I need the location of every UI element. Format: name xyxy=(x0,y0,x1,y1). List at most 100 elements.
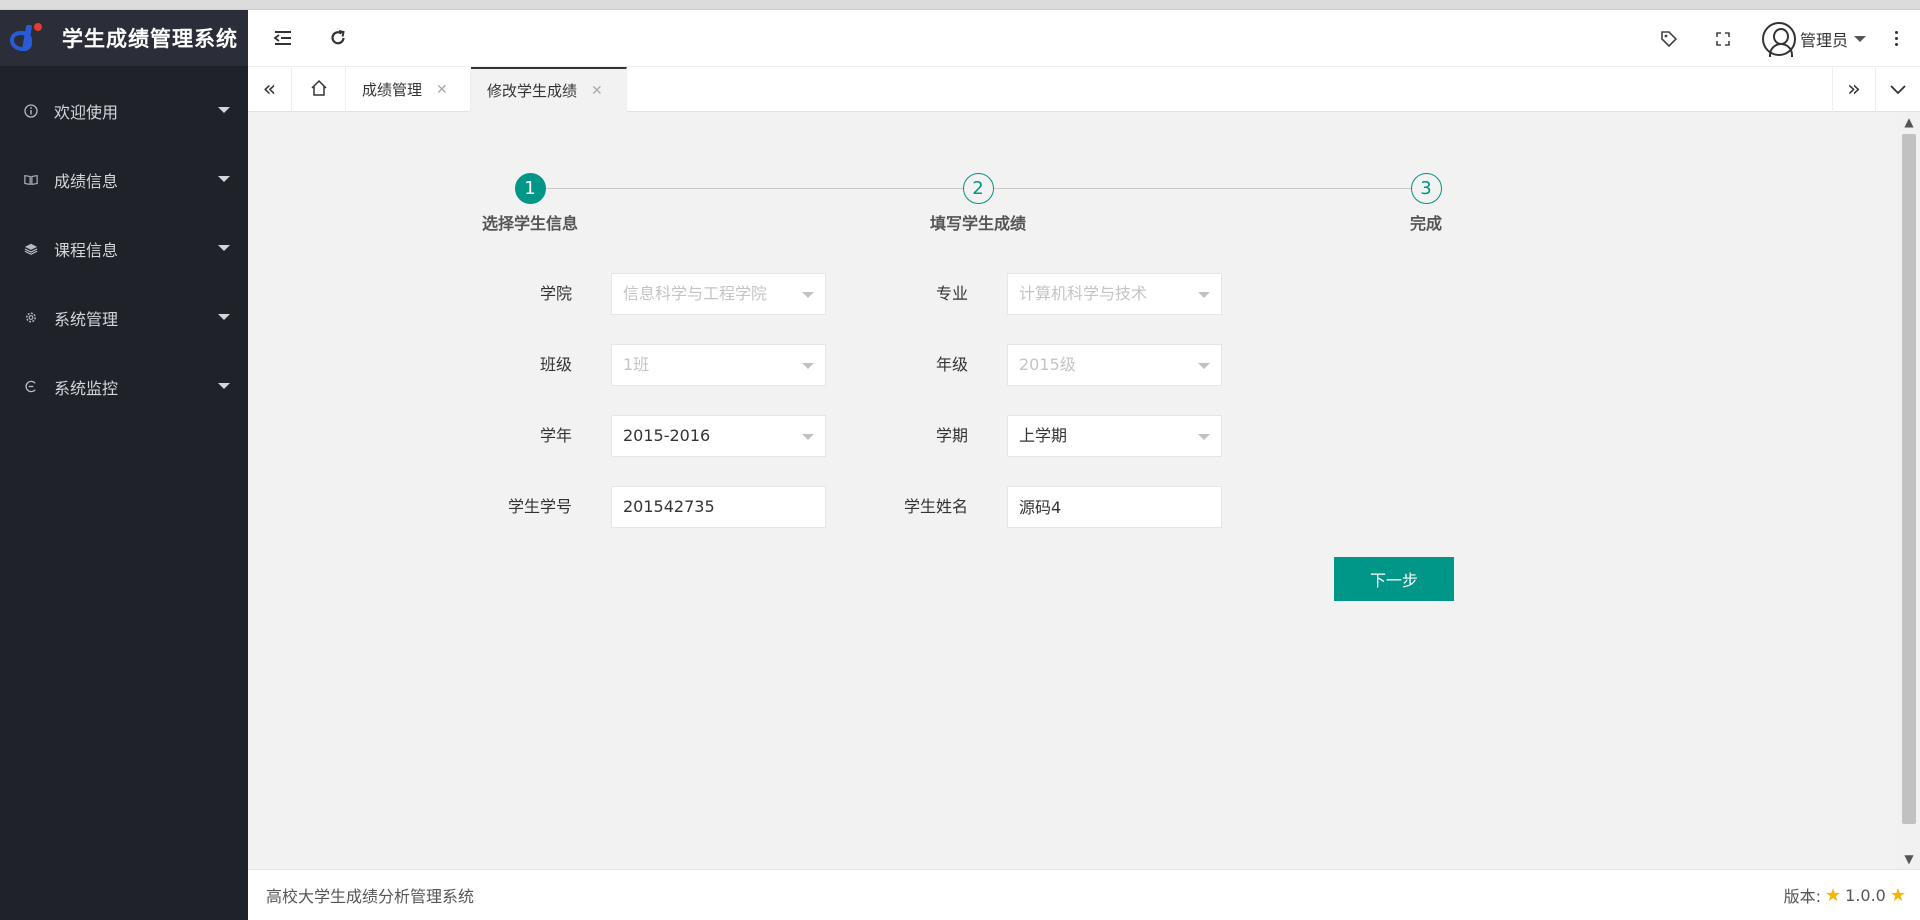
top-header: 管理员 xyxy=(248,10,1920,67)
caret-down-icon xyxy=(802,434,814,440)
class-label: 班级 xyxy=(539,355,572,374)
major-value: 计算机科学与技术 xyxy=(1019,284,1148,303)
page-tabs: « 成绩管理 ✕ 修改学生成绩 ✕ » xyxy=(248,67,1920,112)
sidebar-item-label: 系统管理 xyxy=(54,309,119,329)
step-title: 填写学生成绩 xyxy=(929,214,1026,233)
caret-down-icon xyxy=(1198,292,1210,298)
user-menu[interactable]: 管理员 xyxy=(1761,21,1908,57)
version-label: 版本: xyxy=(1783,887,1821,906)
tabs-dropdown-icon[interactable] xyxy=(1876,67,1920,112)
step-title: 完成 xyxy=(1409,214,1442,233)
next-step-button[interactable]: 下一步 xyxy=(1334,557,1454,601)
student-id-field[interactable] xyxy=(611,486,826,528)
term-value: 上学期 xyxy=(1019,426,1068,445)
sidebar-item-label: 成绩信息 xyxy=(54,171,119,191)
app-logo-area[interactable]: 学生成绩管理系统 xyxy=(0,10,248,66)
college-value: 信息科学与工程学院 xyxy=(623,284,768,303)
tabs-scroll-left-icon[interactable]: « xyxy=(248,67,292,112)
caret-down-icon xyxy=(218,314,230,320)
sidebar-item-scores[interactable]: 成绩信息 xyxy=(0,145,248,214)
school-year-select[interactable]: 2015-2016 xyxy=(611,415,826,457)
menu-fold-icon[interactable] xyxy=(270,25,296,51)
info-icon xyxy=(24,103,38,118)
sidebar-item-monitor[interactable]: 系统监控 xyxy=(0,352,248,421)
tag-icon[interactable] xyxy=(1656,26,1682,52)
class-select: 1班 xyxy=(611,344,826,386)
user-name: 管理员 xyxy=(1799,30,1848,50)
logo-icon xyxy=(10,23,44,53)
student-name-label: 学生姓名 xyxy=(903,497,968,516)
tabs-scroll-right-icon[interactable]: » xyxy=(1832,67,1876,112)
sidebar-item-welcome[interactable]: 欢迎使用 xyxy=(0,76,248,145)
sidebar-item-label: 课程信息 xyxy=(54,240,119,260)
school-year-value: 2015-2016 xyxy=(623,426,711,445)
layers-icon xyxy=(24,242,38,256)
form-row-year-term: 学年 2015-2016 学期 上学期 xyxy=(248,415,1248,457)
tab-label: 成绩管理 xyxy=(362,81,423,99)
monitor-icon xyxy=(24,380,38,394)
step-3: 3 完成 xyxy=(1346,173,1506,234)
version-number: 1.0.0 xyxy=(1845,885,1886,905)
footer-version: 版本: ★ 1.0.0 ★ xyxy=(1784,883,1906,907)
caret-down-icon xyxy=(802,363,814,369)
star-icon: ★ xyxy=(1889,884,1906,906)
home-icon xyxy=(310,79,328,101)
scrollbar-thumb[interactable] xyxy=(1902,134,1916,824)
caret-down-icon xyxy=(1198,434,1210,440)
major-label: 专业 xyxy=(935,284,968,303)
grade-select: 2015级 xyxy=(1007,344,1222,386)
sidebar-item-courses[interactable]: 课程信息 xyxy=(0,214,248,283)
close-icon[interactable]: ✕ xyxy=(591,83,603,99)
caret-down-icon xyxy=(218,245,230,251)
step-title: 选择学生信息 xyxy=(481,214,578,233)
caret-down-icon xyxy=(218,383,230,389)
sidebar-item-label: 系统监控 xyxy=(54,378,119,398)
tab-home[interactable] xyxy=(292,67,346,112)
grade-value: 2015级 xyxy=(1019,355,1076,374)
step-number: 1 xyxy=(514,173,546,204)
gear-icon xyxy=(24,311,38,325)
star-icon: ★ xyxy=(1825,884,1842,906)
tab-score-management[interactable]: 成绩管理 ✕ xyxy=(346,67,471,112)
sidebar-item-system[interactable]: 系统管理 xyxy=(0,283,248,352)
caret-down-icon xyxy=(218,107,230,113)
book-icon xyxy=(24,173,38,187)
class-value: 1班 xyxy=(623,355,650,374)
caret-down-icon xyxy=(1198,363,1210,369)
refresh-icon[interactable] xyxy=(325,25,351,51)
student-id-label: 学生学号 xyxy=(507,497,572,516)
form-row-class-grade: 班级 1班 年级 2015级 xyxy=(248,344,1248,386)
main-content: 1 选择学生信息 2 填写学生成绩 3 完成 学院 信息科学与工程学院 专业 计… xyxy=(248,112,1898,869)
scroll-down-icon[interactable]: ▼ xyxy=(1898,849,1920,869)
student-name-field[interactable] xyxy=(1007,486,1222,528)
form-row-college-major: 学院 信息科学与工程学院 专业 计算机科学与技术 xyxy=(248,273,1248,315)
close-icon[interactable]: ✕ xyxy=(436,82,448,98)
sidebar-menu: 欢迎使用 成绩信息 课程信息 系统管理 系统监控 xyxy=(0,66,248,421)
header-right-tools: 管理员 xyxy=(1656,10,1920,67)
sidebar-item-label: 欢迎使用 xyxy=(54,102,119,122)
more-vertical-icon[interactable] xyxy=(1884,31,1908,46)
school-year-label: 学年 xyxy=(539,426,572,445)
step-2: 2 填写学生成绩 xyxy=(898,173,1058,234)
tab-edit-student-score[interactable]: 修改学生成绩 ✕ xyxy=(471,67,627,112)
term-select[interactable]: 上学期 xyxy=(1007,415,1222,457)
step-number: 2 xyxy=(962,173,994,204)
student-name-input[interactable] xyxy=(1019,487,1209,525)
browser-tab-strip xyxy=(0,0,1920,10)
major-select: 计算机科学与技术 xyxy=(1007,273,1222,315)
footer: 高校大学生成绩分析管理系统 版本: ★ 1.0.0 ★ xyxy=(248,869,1920,920)
student-id-input[interactable] xyxy=(623,487,813,526)
fullscreen-icon[interactable] xyxy=(1710,26,1736,52)
tab-label: 修改学生成绩 xyxy=(487,82,578,100)
scroll-up-icon[interactable]: ▲ xyxy=(1898,112,1920,132)
grade-label: 年级 xyxy=(935,355,968,374)
footer-system-name: 高校大学生成绩分析管理系统 xyxy=(266,887,475,906)
form-row-id-name: 学生学号 学生姓名 xyxy=(248,486,1248,528)
user-avatar-icon xyxy=(1761,21,1796,57)
caret-down-icon xyxy=(802,292,814,298)
step-1: 1 选择学生信息 xyxy=(450,173,610,234)
vertical-scrollbar[interactable]: ▲ ▼ xyxy=(1898,112,1920,869)
app-title: 学生成绩管理系统 xyxy=(62,27,238,51)
caret-down-icon xyxy=(218,176,230,182)
sidebar: 学生成绩管理系统 欢迎使用 成绩信息 课程信息 系统管理 系统监控 xyxy=(0,10,248,920)
